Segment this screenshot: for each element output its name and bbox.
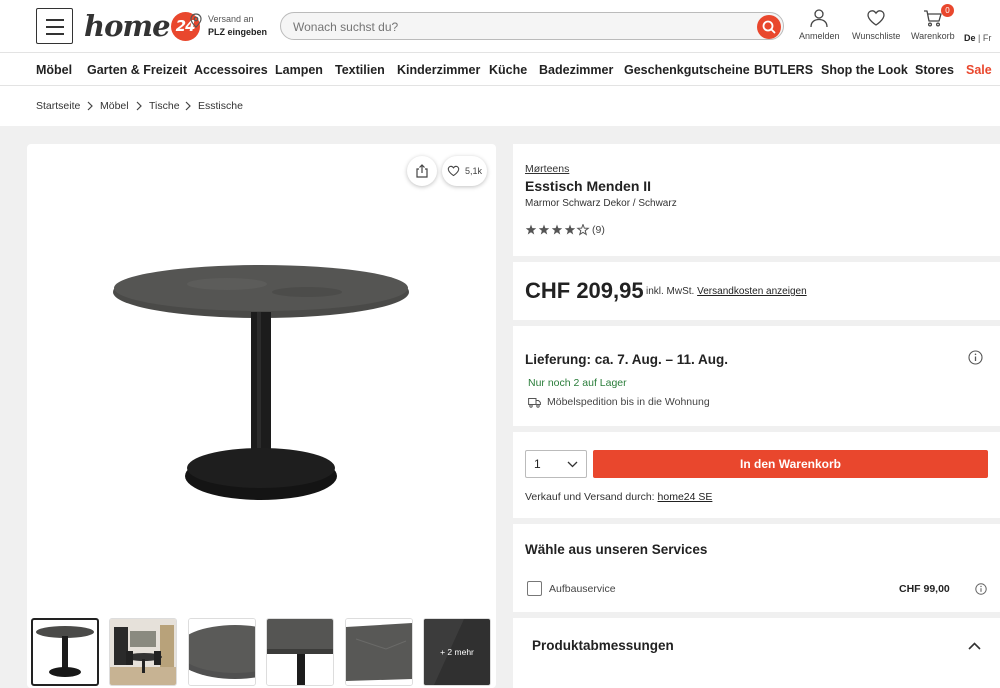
- site-header: home 24 Versand an PLZ eingeben Anmelden: [0, 0, 1000, 52]
- product-image[interactable]: [107, 254, 417, 504]
- chevron-right-icon: [136, 101, 142, 111]
- price-card: CHF 209,95 inkl. MwSt. Versandkosten anz…: [513, 262, 1000, 320]
- assembly-service-checkbox[interactable]: [527, 581, 542, 596]
- more-images-label: + 2 mehr: [424, 619, 490, 685]
- breadcrumb-startseite[interactable]: Startseite: [36, 100, 80, 112]
- user-icon: [810, 9, 828, 28]
- seller-link[interactable]: home24 SE: [658, 491, 713, 503]
- nav-item-garten[interactable]: Garten & Freizeit: [87, 63, 187, 77]
- star-filled: [525, 224, 537, 235]
- nav-item-kinderzimmer[interactable]: Kinderzimmer: [397, 63, 480, 77]
- chevron-right-icon: [185, 101, 191, 111]
- hamburger-icon: [46, 19, 64, 21]
- info-icon[interactable]: [968, 350, 983, 365]
- cart-button[interactable]: Warenkorb 0: [911, 4, 955, 41]
- shipping-location[interactable]: Versand an PLZ eingeben: [190, 13, 267, 39]
- search-bar: [280, 12, 784, 40]
- dimensions-card[interactable]: Produktabmessungen: [513, 618, 1000, 688]
- add-to-cart-button[interactable]: In den Warenkorb: [593, 450, 988, 478]
- nav-item-shop-the-look[interactable]: Shop the Look: [821, 63, 908, 77]
- nav-item-accessoires[interactable]: Accessoires: [194, 63, 268, 77]
- zip-prompt: PLZ eingeben: [208, 27, 268, 37]
- heart-icon: [447, 165, 460, 177]
- login-button[interactable]: Anmelden: [799, 8, 840, 41]
- thumbnail-3[interactable]: [188, 618, 256, 686]
- nav-item-butlers[interactable]: BUTLERS: [754, 63, 813, 77]
- menu-button[interactable]: [36, 8, 73, 44]
- seller-info: Verkauf und Versand durch: home24 SE: [525, 491, 713, 503]
- thumbnail-4[interactable]: [266, 618, 334, 686]
- breadcrumb: Startseite Möbel Tische Esstische: [0, 86, 1000, 126]
- dimensions-title: Produktabmessungen: [532, 638, 674, 653]
- delivery-card: Lieferung: ca. 7. Aug. – 11. Aug. Nur no…: [513, 326, 1000, 426]
- product-variant: Marmor Schwarz Dekor / Schwarz: [525, 198, 677, 209]
- star-rating-icon: [525, 224, 590, 236]
- search-input[interactable]: [293, 17, 753, 37]
- language-switch[interactable]: De | Fr: [964, 33, 991, 43]
- rating[interactable]: (9): [525, 224, 605, 236]
- logo-text: home: [84, 9, 171, 43]
- thumbnail-1[interactable]: [31, 618, 99, 686]
- chevron-right-icon: [87, 101, 93, 111]
- price-note: inkl. MwSt. Versandkosten anzeigen: [646, 286, 807, 297]
- nav-item-geschenkgutscheine[interactable]: Geschenkgutscheine: [624, 63, 750, 77]
- services-card: Wähle aus unseren Services Aufbauservice…: [513, 524, 1000, 612]
- assembly-service-price: CHF 99,00: [899, 583, 950, 595]
- nav-item-lampen[interactable]: Lampen: [275, 63, 323, 77]
- star-filled: [551, 224, 563, 235]
- quantity-select[interactable]: 1: [525, 450, 587, 478]
- logo[interactable]: home 24: [84, 9, 200, 43]
- nav-item-badezimmer[interactable]: Badezimmer: [539, 63, 613, 77]
- search-icon: [762, 20, 776, 34]
- product-price: CHF 209,95: [525, 278, 644, 303]
- nav-item-stores[interactable]: Stores: [915, 63, 954, 77]
- share-icon: [416, 164, 428, 178]
- star-filled: [538, 224, 550, 235]
- purchase-card: 1 In den Warenkorb Verkauf und Versand d…: [513, 432, 1000, 518]
- share-button[interactable]: [407, 156, 437, 186]
- favorite-button[interactable]: 5,1k: [442, 156, 487, 186]
- lang-de[interactable]: De: [964, 33, 976, 43]
- thumbnail-5[interactable]: [345, 618, 413, 686]
- lang-fr[interactable]: Fr: [983, 33, 992, 43]
- breadcrumb-esstische: Esstische: [198, 100, 243, 112]
- main-nav: Möbel Garten & Freizeit Accessoires Lamp…: [0, 52, 1000, 86]
- nav-item-sale[interactable]: Sale: [966, 63, 992, 77]
- chevron-down-icon: [567, 461, 578, 468]
- star-empty: [576, 224, 590, 236]
- services-title: Wähle aus unseren Services: [525, 542, 708, 557]
- product-info-card: Mørteens Esstisch Menden II Marmor Schwa…: [513, 144, 1000, 256]
- search-button[interactable]: [757, 15, 781, 39]
- thumbnail-more[interactable]: + 2 mehr: [423, 618, 491, 686]
- product-gallery: 5,1k + 2 mehr: [27, 144, 496, 688]
- nav-item-kueche[interactable]: Küche: [489, 63, 527, 77]
- location-pin-icon: [190, 13, 202, 28]
- favorite-count: 5,1k: [464, 166, 482, 176]
- nav-item-textilien[interactable]: Textilien: [335, 63, 385, 77]
- assembly-service-label[interactable]: Aufbauservice: [549, 583, 616, 595]
- chevron-up-icon[interactable]: [968, 642, 981, 650]
- heart-icon: [867, 10, 885, 26]
- shipping-label: Versand an: [208, 14, 254, 24]
- thumbnail-2[interactable]: [109, 618, 177, 686]
- stock-status: Nur noch 2 auf Lager: [528, 377, 627, 389]
- delivery-date: Lieferung: ca. 7. Aug. – 11. Aug.: [525, 352, 729, 367]
- brand-link[interactable]: Mørteens: [525, 163, 569, 175]
- product-title: Esstisch Menden II: [525, 178, 652, 194]
- cart-count-badge: 0: [941, 4, 954, 17]
- shipping-method: Möbelspedition bis in die Wohnung: [528, 396, 710, 408]
- cart-icon: [923, 10, 942, 27]
- breadcrumb-tische[interactable]: Tische: [149, 100, 180, 112]
- nav-item-moebel[interactable]: Möbel: [36, 63, 72, 77]
- truck-icon: [528, 397, 541, 408]
- review-count: (9): [592, 224, 605, 236]
- star-filled: [564, 224, 576, 235]
- wishlist-button[interactable]: Wunschliste: [852, 8, 900, 41]
- breadcrumb-moebel[interactable]: Möbel: [100, 100, 129, 112]
- shipping-costs-link[interactable]: Versandkosten anzeigen: [697, 286, 807, 297]
- info-icon[interactable]: [975, 583, 987, 595]
